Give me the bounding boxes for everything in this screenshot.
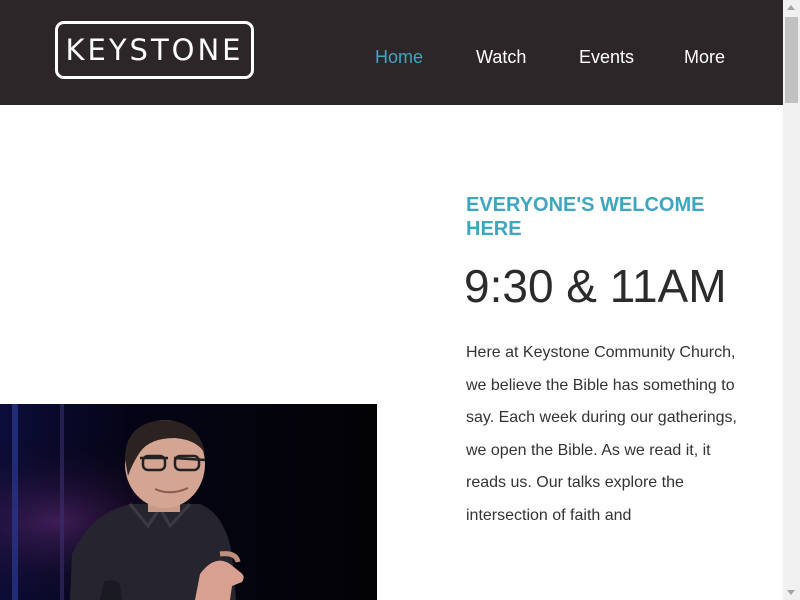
welcome-section: EVERYONE'S WELCOME HERE 9:30 & 11AM Here… — [464, 193, 746, 532]
welcome-body-text: Here at Keystone Community Church, we be… — [466, 344, 737, 524]
main-nav: Home Watch Events More — [0, 47, 783, 73]
scroll-up-icon[interactable] — [787, 5, 795, 10]
nav-events[interactable]: Events — [579, 47, 634, 68]
nav-home[interactable]: Home — [375, 47, 423, 68]
site-header: KEYSTONE Home Watch Events More — [0, 0, 783, 105]
nav-more[interactable]: More — [684, 47, 725, 68]
speaker-photo — [0, 404, 377, 600]
nav-watch[interactable]: Watch — [476, 47, 526, 68]
scroll-down-icon[interactable] — [787, 590, 795, 595]
welcome-tagline: EVERYONE'S WELCOME HERE — [466, 194, 705, 240]
vertical-scrollbar[interactable] — [783, 0, 800, 600]
speaker-photo-graphic — [0, 404, 377, 600]
service-times: 9:30 & 11AM — [464, 260, 727, 312]
page: KEYSTONE Home Watch Events More EVERYONE… — [0, 0, 800, 600]
scrollbar-thumb[interactable] — [785, 17, 798, 103]
